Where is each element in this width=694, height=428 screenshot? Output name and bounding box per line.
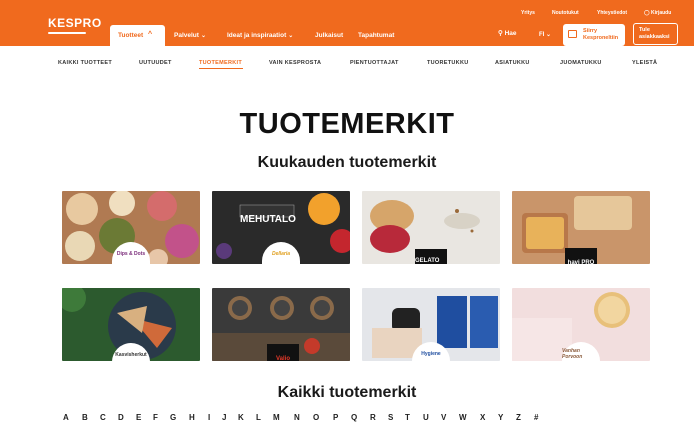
alpha-filter-o[interactable]: O xyxy=(313,413,319,422)
utility-link-noutotukut[interactable]: Noutotukut xyxy=(552,10,579,16)
alpha-filter-k[interactable]: K xyxy=(238,413,244,422)
alpha-filter-r[interactable]: R xyxy=(370,413,376,422)
brand-card-valio[interactable]: Valio xyxy=(212,288,350,361)
alpha-filter-y[interactable]: Y xyxy=(498,413,503,422)
utility-link-yhteystiedot[interactable]: Yhteystiedot xyxy=(597,10,627,16)
search-label: Hae xyxy=(504,30,517,37)
search-button[interactable]: ⚲ Hae xyxy=(498,29,517,37)
subnav-tuotemerkit[interactable]: TUOTEMERKIT xyxy=(199,60,242,66)
all-brands-title: Kaikki tuotemerkit xyxy=(277,384,417,401)
alpha-filter-c[interactable]: C xyxy=(100,413,106,422)
login-label: Kirjaudu xyxy=(651,10,672,16)
mehutalo-text: MEHUTALO xyxy=(240,214,296,225)
nav-ideat[interactable]: Ideat ja inspiraatiot ⌄ xyxy=(227,32,293,39)
alpha-filter-s[interactable]: S xyxy=(388,413,393,422)
alpha-filter-t[interactable]: T xyxy=(405,413,410,422)
brand-card-hygiene[interactable]: Hygiene xyxy=(362,288,500,361)
alpha-filter-g[interactable]: G xyxy=(170,413,176,422)
language-label: FI xyxy=(539,32,545,38)
page-title: TUOTEMERKIT xyxy=(239,108,455,140)
alpha-filter-l[interactable]: L xyxy=(256,413,261,422)
brand-card-kasvisherkut[interactable]: Kasvisherkut xyxy=(62,288,200,361)
brand-logo: GELATO LAB xyxy=(415,249,447,264)
subnav-vain-kesprosta[interactable]: VAIN KESPROSTA xyxy=(269,60,321,66)
alpha-filter-u[interactable]: U xyxy=(423,413,429,422)
alpha-filter-e[interactable]: E xyxy=(136,413,141,422)
goto-kespronet-label: Siirry Kesproneltiin xyxy=(583,28,619,41)
subnav-asiatukku[interactable]: ASIATUKKU xyxy=(495,60,530,66)
alpha-filter-z[interactable]: Z xyxy=(516,413,521,422)
alpha-filter-h[interactable]: H xyxy=(189,413,195,422)
brand-card-havi-pro[interactable]: havi PRO xyxy=(512,191,650,264)
brands-of-month-title: Kuukauden tuotemerkit xyxy=(257,154,437,171)
alpha-filter-j[interactable]: J xyxy=(222,413,226,422)
chevron-up-icon: ^ xyxy=(148,31,153,38)
alpha-filter-a[interactable]: A xyxy=(63,413,69,422)
goto-kespronet-button[interactable]: Siirry Kesproneltiin xyxy=(563,24,625,46)
alpha-filter-w[interactable]: W xyxy=(459,413,467,422)
top-header: KESPRO Yritys Noutotukut Yhteystiedot ◯ … xyxy=(0,0,694,46)
brand-card-dips-dots[interactable]: Dips & Dots xyxy=(62,191,200,264)
search-icon: ⚲ xyxy=(498,30,503,37)
alpha-filter-x[interactable]: X xyxy=(480,413,485,422)
alpha-filter-f[interactable]: F xyxy=(153,413,158,422)
alpha-filter-p[interactable]: P xyxy=(333,413,338,422)
alpha-filter-b[interactable]: B xyxy=(82,413,88,422)
chevron-down-icon: ⌄ xyxy=(546,32,552,38)
nav-tuotteet-label: Tuotteet xyxy=(118,32,144,39)
brand-logo: havi PRO xyxy=(565,248,597,264)
alpha-filter-q[interactable]: Q xyxy=(351,413,357,422)
alpha-filter-d[interactable]: D xyxy=(118,413,124,422)
brand-logo: Valio xyxy=(267,344,299,361)
chevron-down-icon: ⌄ xyxy=(288,33,294,39)
brand-card-dellaria[interactable]: MEHUTALO Dellaria xyxy=(212,191,350,264)
brand-card-vanhan-porvoon[interactable]: Vanhan Porvoon xyxy=(512,288,650,361)
subnav-tuoretukku[interactable]: TUORETUKKU xyxy=(427,60,469,66)
brand-card-gelato-lab[interactable]: GELATO LAB xyxy=(362,191,500,264)
alpha-filter-n[interactable]: N xyxy=(294,413,300,422)
user-icon: ◯ xyxy=(644,10,650,16)
subnav-kaikki-tuotteet[interactable]: KAIKKI TUOTTEET xyxy=(58,60,112,66)
alpha-filter-i[interactable]: I xyxy=(208,413,210,422)
nav-tuotteet[interactable]: Tuotteet ^ xyxy=(110,25,165,46)
nav-julkaisut[interactable]: Julkaisut xyxy=(315,32,343,39)
subnav-pientuottajat[interactable]: PIENTUOTTAJAT xyxy=(350,60,399,66)
kespro-logo[interactable]: KESPRO xyxy=(48,16,102,30)
logo-underline xyxy=(48,32,86,34)
nav-palvelut-label: Palvelut xyxy=(174,32,199,39)
nav-tapahtumat[interactable]: Tapahtumat xyxy=(358,32,394,39)
alpha-filter-m[interactable]: M xyxy=(273,413,280,422)
become-customer-button[interactable]: Tule asiakkaaksi xyxy=(633,23,678,45)
alpha-filter-hash[interactable]: # xyxy=(534,413,538,422)
nav-palvelut[interactable]: Palvelut ⌄ xyxy=(174,32,206,39)
chevron-down-icon: ⌄ xyxy=(200,33,206,39)
subnav-juomatukku[interactable]: JUOMATUKKU xyxy=(560,60,602,66)
utility-link-yritys[interactable]: Yritys xyxy=(521,10,535,16)
subnav-yleista[interactable]: YLEISTÄ xyxy=(632,60,657,66)
cart-icon xyxy=(568,30,577,38)
language-selector[interactable]: FI ⌄ xyxy=(539,31,551,38)
login-link[interactable]: ◯ Kirjaudu xyxy=(644,10,671,16)
become-customer-label: Tule asiakkaaksi xyxy=(639,27,670,40)
alpha-filter-v[interactable]: V xyxy=(441,413,446,422)
subnav-uutuudet[interactable]: UUTUUDET xyxy=(139,60,172,66)
nav-ideat-label: Ideat ja inspiraatiot xyxy=(227,32,287,39)
subnav-active-underline xyxy=(199,68,243,69)
